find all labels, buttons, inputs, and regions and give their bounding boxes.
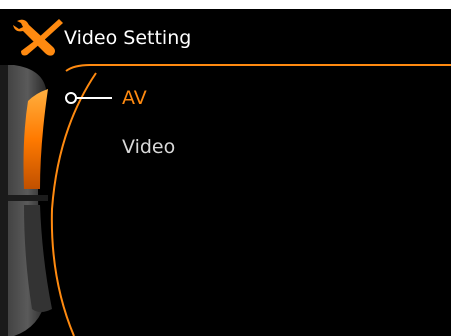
dial-knob-shadow	[0, 65, 8, 336]
tools-icon	[13, 19, 63, 56]
title-bar: Video Setting	[0, 9, 451, 59]
title-underline	[65, 64, 451, 72]
dial-divider	[8, 195, 48, 201]
menu-item-video[interactable]: Video	[122, 136, 175, 158]
page-title: Video Setting	[64, 27, 192, 49]
menu-arc	[50, 72, 97, 336]
menu-item-av[interactable]: AV	[122, 87, 147, 109]
video-setting-screen: Video Setting AV Video	[0, 9, 451, 336]
selector-ring	[65, 92, 77, 104]
